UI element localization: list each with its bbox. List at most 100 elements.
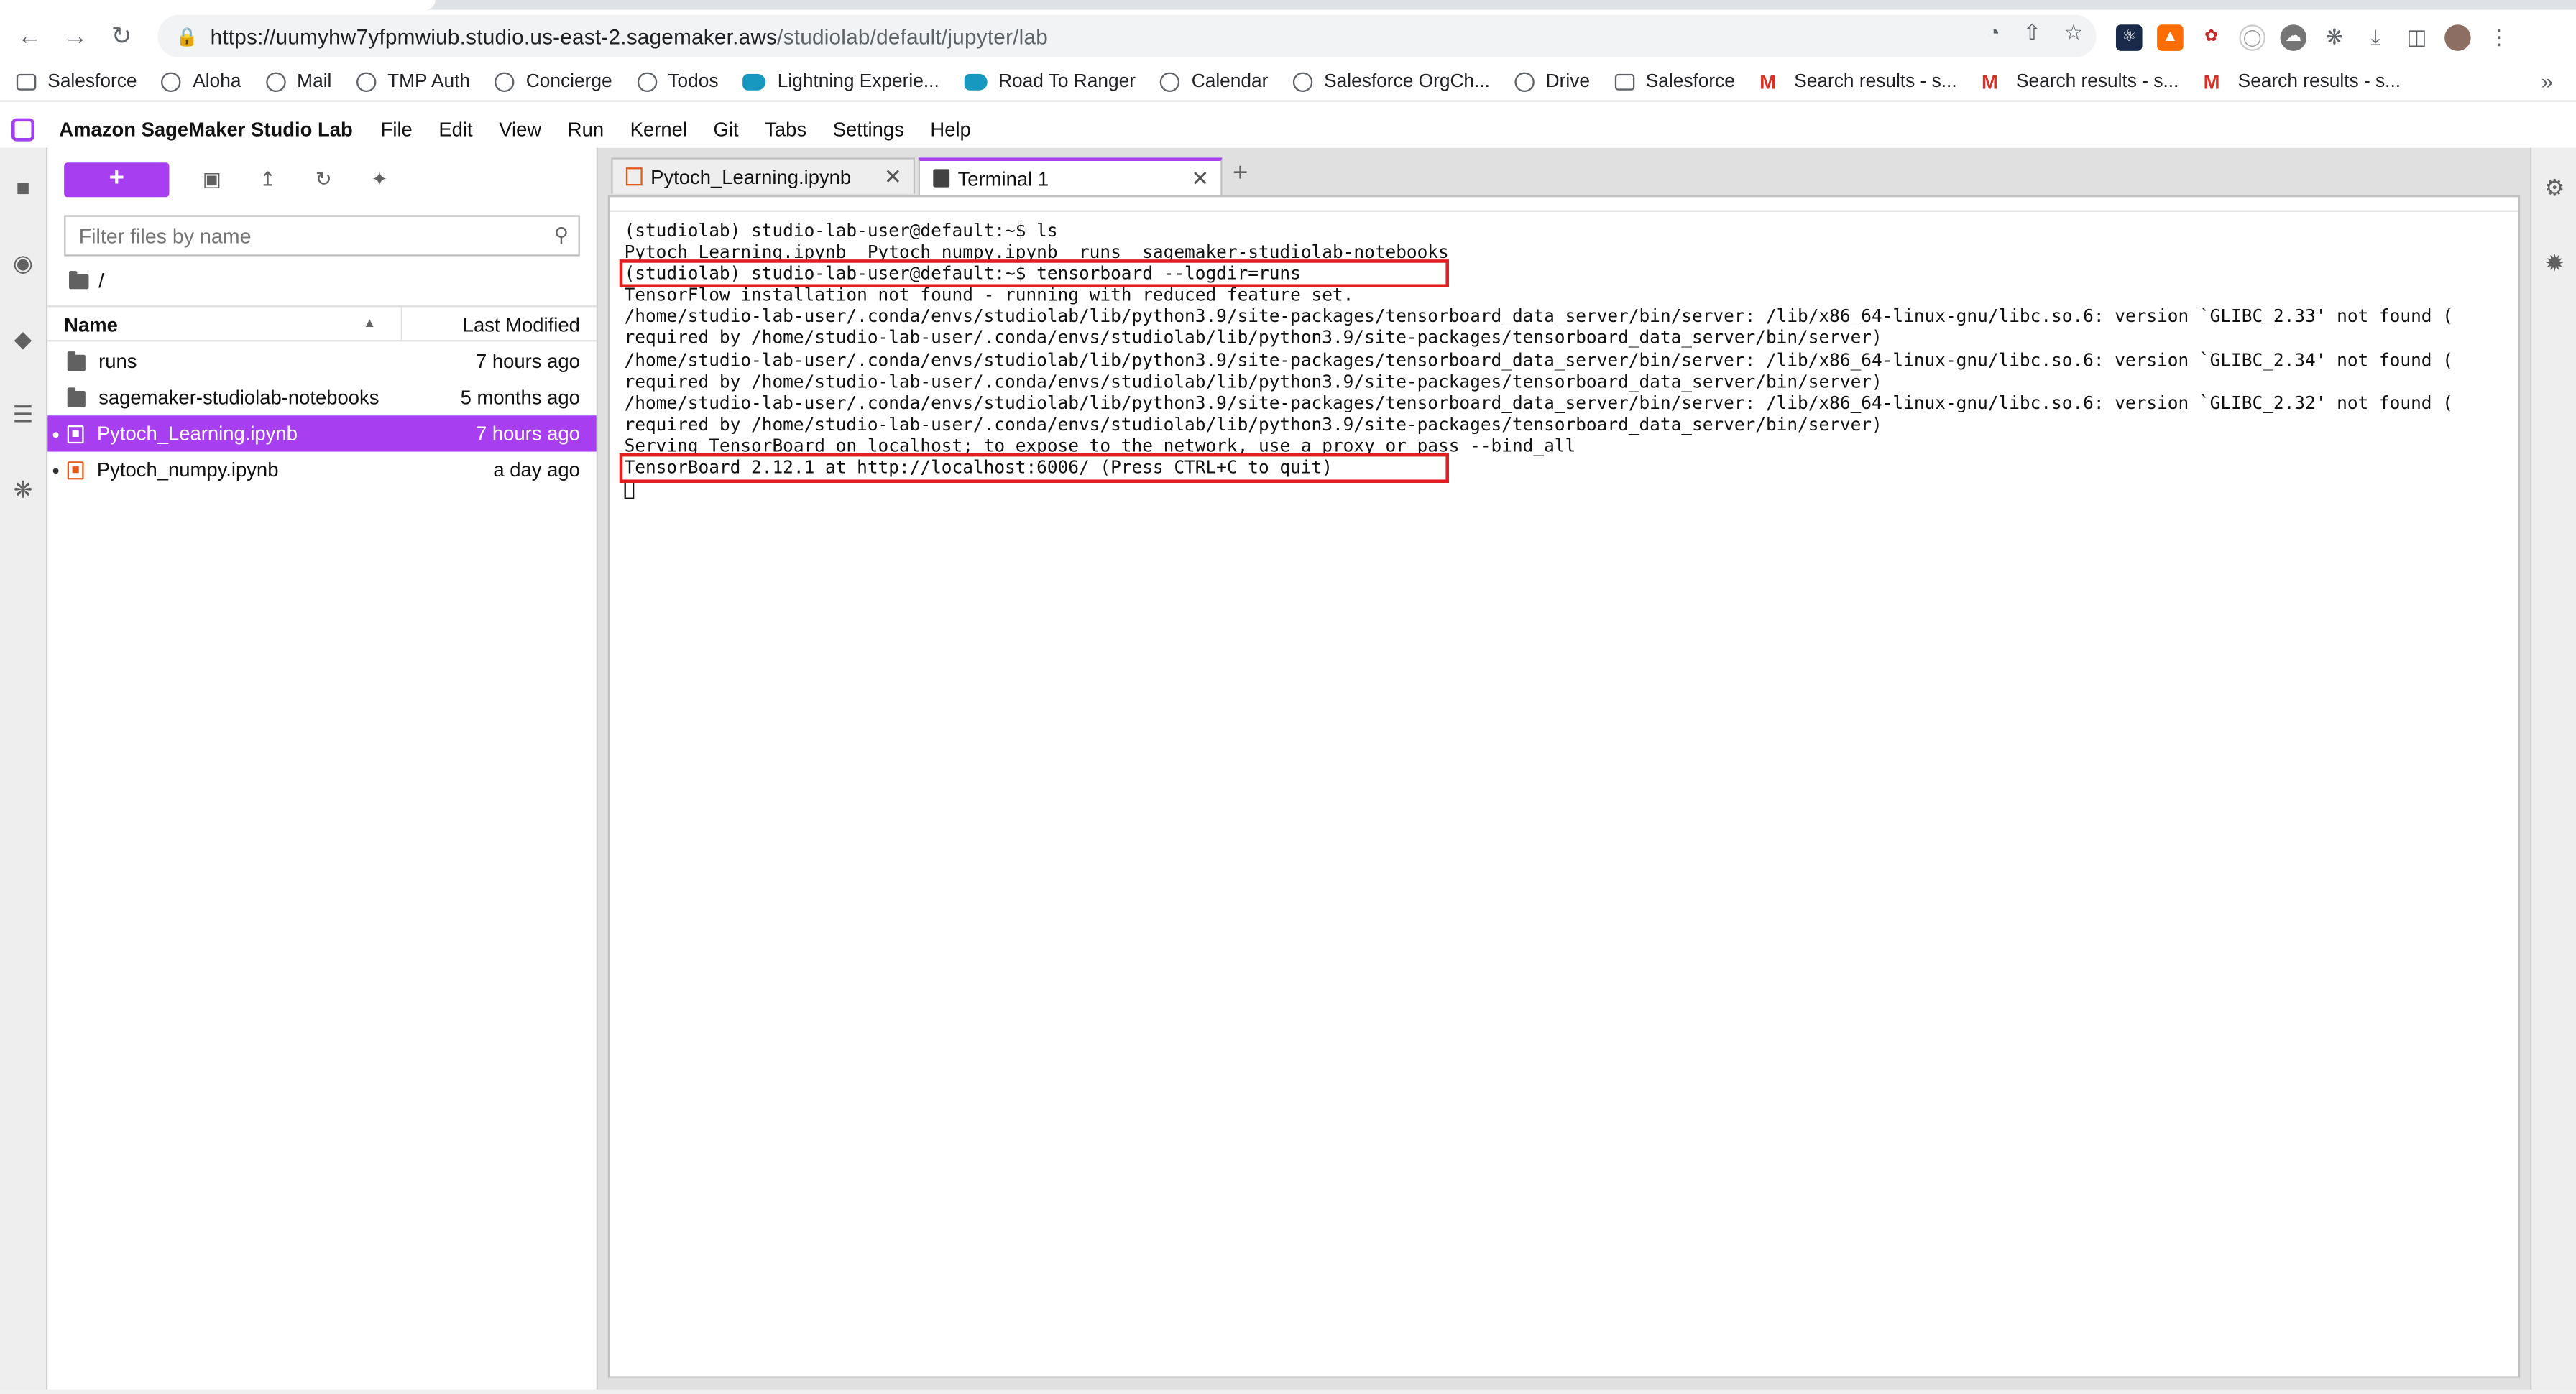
bookmark-item[interactable]: Calendar [1160,71,1268,91]
breadcrumb-root[interactable]: / [98,269,104,292]
main-dock-area: Pytoch_Learning.ipynb ✕ Terminal 1 ✕ + (… [597,147,2530,1394]
extension-ant-icon[interactable]: ✿ [2198,24,2225,51]
folder-icon [67,351,86,371]
menu-settings[interactable]: Settings [819,119,917,142]
bookmarks-bar: Salesforce Aloha Mail TMP Auth Concierge… [0,62,2576,102]
bookmark-item[interactable]: Salesforce [1614,71,1735,91]
extension-react-icon[interactable]: ⚛ [2115,24,2143,51]
bookmarks-overflow-icon[interactable]: » [2541,69,2553,93]
file-modified: 5 months ago [460,386,580,410]
bookmark-item[interactable]: Salesforce OrgCh... [1292,71,1490,91]
add-tab-icon[interactable]: + [1225,157,1255,193]
folder-icon [1614,73,1634,90]
terminal-line: /home/studio-lab-user/.conda/envs/studio… [624,392,2453,414]
download-icon[interactable]: ⤓ [2362,24,2389,51]
terminal-icon [933,169,950,188]
menu-view[interactable]: View [486,119,555,142]
file-browser-toolbar: + ▣ ↥ ↻ ✦ [64,161,392,197]
menu-run[interactable]: Run [554,119,617,142]
file-browser-folder-icon[interactable]: ■ [10,174,37,200]
terminal-cursor [624,480,635,499]
bookmark-star-icon[interactable]: ☆ [2064,19,2084,46]
lock-icon: 🔒 [175,27,199,47]
performance-icon[interactable]: ◔ [1987,19,2000,46]
browser-tab-strip [0,0,2576,10]
bookmark-item[interactable]: M Search results - s... [1760,71,1956,91]
file-row[interactable]: sagemaker-studiolab-notebooks 5 months a… [47,379,596,415]
bookmark-item[interactable]: Road To Ranger [964,71,1136,91]
file-list-header: Name ▲ Last Modified [47,305,597,342]
menu-tabs[interactable]: Tabs [752,119,820,142]
column-divider[interactable] [400,307,402,342]
bookmark-item[interactable]: Mail [265,71,331,91]
bookmark-item[interactable]: TMP Auth [356,71,470,91]
browser-menu-icon[interactable]: ⋮ [2485,24,2512,51]
salesforce-cloud-icon [964,73,988,90]
sort-ascending-icon[interactable]: ▲ [363,315,376,331]
close-icon[interactable]: ✕ [884,165,902,191]
terminal-panel[interactable]: (studiolab) studio-lab-user@default:~$ l… [607,195,2521,1378]
bookmark-item[interactable]: M Search results - s... [1982,71,2179,91]
profile-avatar-icon[interactable] [2444,24,2471,51]
extension-manager-icon[interactable]: ❋ [10,476,37,503]
bookmark-item[interactable]: Todos [636,71,718,91]
globe-icon [494,71,515,91]
file-browser-panel: + ▣ ↥ ↻ ✦ ⚲ / Name ▲ Last Modified runs … [47,147,598,1394]
side-panel-icon[interactable]: ◫ [2403,24,2430,51]
menu-edit[interactable]: Edit [426,119,486,142]
gmail-icon: M [1981,70,1998,93]
terminal-top-divider [609,210,2518,212]
back-icon[interactable]: ← [6,13,52,59]
breadcrumb[interactable]: / [68,269,104,292]
globe-icon [1160,71,1180,91]
menu-file[interactable]: File [367,119,426,142]
column-name-header[interactable]: Name [64,314,118,337]
reload-icon[interactable]: ↻ [98,13,144,59]
globe-icon [161,71,182,91]
bookmark-item[interactable]: Drive [1514,71,1590,91]
notebook-icon [67,461,84,479]
search-icon: ⚲ [553,223,569,246]
extension-cloud-icon[interactable]: ☁ [2280,24,2307,51]
new-launcher-button[interactable]: + [64,162,170,197]
close-icon[interactable]: ✕ [1191,166,1209,193]
git-clone-icon[interactable]: ✦ [367,166,393,193]
url-text[interactable]: https://uumyhw7yfpmwiub.studio.us-east-2… [211,24,1048,48]
running-sessions-stop-icon[interactable]: ◉ [10,249,37,276]
running-dot: ● [52,426,60,441]
file-row-selected[interactable]: ● Pytoch_Learning.ipynb 7 hours ago [47,415,597,452]
file-row[interactable]: ● Pytoch_numpy.ipynb a day ago [47,452,596,488]
git-icon[interactable]: ◆ [10,326,37,352]
bookmark-item[interactable]: Aloha [161,71,241,91]
tab-terminal[interactable]: Terminal 1 ✕ [918,157,1223,195]
extensions-puzzle-icon[interactable]: ❋ [2321,24,2348,51]
url-path: /studiolab/default/jupyter/lab [777,24,1049,49]
table-of-contents-icon[interactable]: ☰ [10,401,37,428]
filter-files-input[interactable] [78,223,539,247]
menu-git[interactable]: Git [700,119,752,142]
forward-icon[interactable]: → [52,13,98,59]
share-icon[interactable]: ⇧ [2023,19,2041,46]
extension-bug-icon[interactable]: ▲ [2157,24,2184,51]
notebook-icon [625,167,643,186]
file-row[interactable]: runs 7 hours ago [47,343,596,379]
browser-active-tab[interactable] [0,0,436,10]
column-modified-header[interactable]: Last Modified [463,314,580,337]
address-bar[interactable]: 🔒 https://uumyhw7yfpmwiub.studio.us-east… [157,14,2097,57]
extension-timer-icon[interactable]: ◯ [2239,24,2266,51]
menu-kernel[interactable]: Kernel [617,119,700,142]
bookmark-item[interactable]: Salesforce [16,71,137,91]
bookmark-item[interactable]: Concierge [494,71,612,91]
filter-files-field[interactable]: ⚲ [64,215,580,257]
highlight-box-command [619,259,1449,287]
new-folder-icon[interactable]: ▣ [199,166,226,193]
property-inspector-gears-icon[interactable]: ⚙ [2542,174,2568,200]
bookmark-item[interactable]: Lightning Experie... [742,71,939,91]
bookmark-item[interactable]: M Search results - s... [2204,71,2401,91]
upload-icon[interactable]: ↥ [254,166,281,193]
menu-help[interactable]: Help [917,119,984,142]
refresh-icon[interactable]: ↻ [310,166,337,193]
debugger-bug-icon[interactable]: ✹ [2542,249,2568,276]
tab-notebook[interactable]: Pytoch_Learning.ipynb ✕ [611,157,916,194]
status-bar-edge [0,1389,2576,1394]
